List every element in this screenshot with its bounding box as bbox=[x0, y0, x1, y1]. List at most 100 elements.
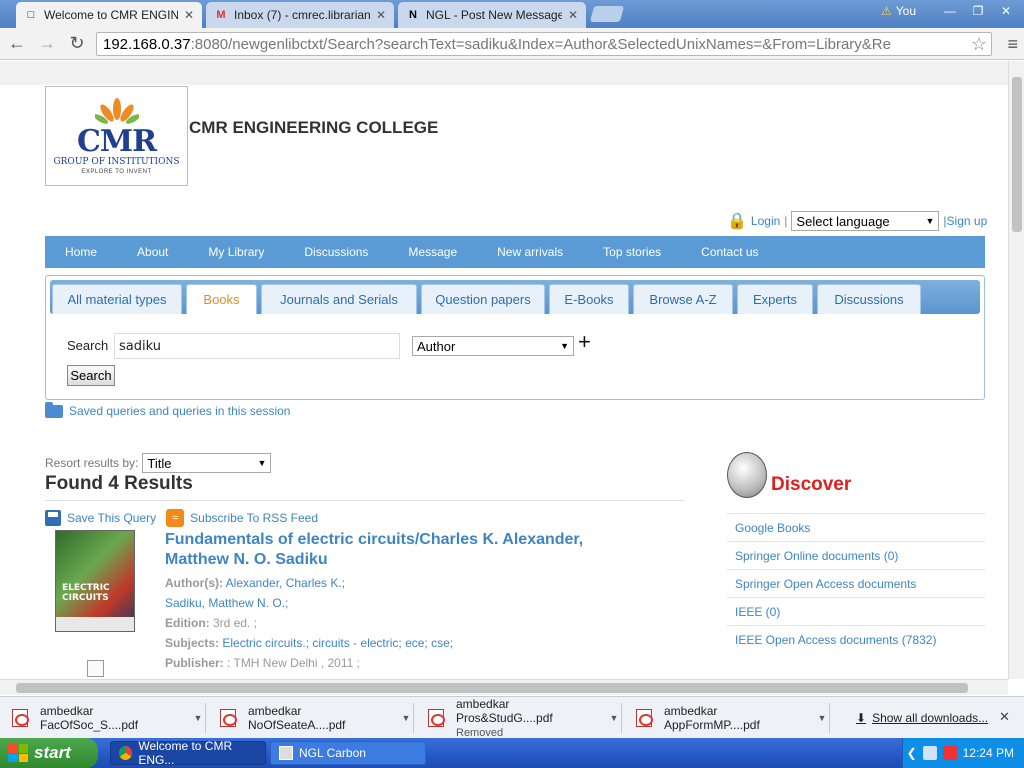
search-index-select[interactable]: Author ▼ bbox=[412, 336, 574, 356]
app-icon bbox=[279, 746, 293, 760]
close-icon[interactable]: ✕ bbox=[184, 8, 194, 22]
forward-icon[interactable]: → bbox=[34, 31, 60, 57]
result-title[interactable]: Fundamentals of electric circuits/Charle… bbox=[165, 530, 625, 570]
tab-experts[interactable]: Experts bbox=[737, 284, 813, 314]
tab-books[interactable]: Books bbox=[186, 284, 257, 314]
lotus-icon bbox=[94, 98, 139, 124]
nav-message[interactable]: Message bbox=[388, 245, 477, 259]
download-item[interactable]: ambedkar Pros&StudG....pdf Removed ▼ bbox=[416, 697, 622, 739]
add-criteria-icon[interactable]: + bbox=[578, 329, 591, 355]
discover-ieee[interactable]: IEEE (0) bbox=[727, 597, 985, 625]
scrollbar-thumb[interactable] bbox=[1012, 77, 1022, 232]
menu-icon[interactable]: ≡ bbox=[1007, 34, 1018, 55]
minimize-icon[interactable]: — bbox=[938, 2, 962, 20]
nav-contact-us[interactable]: Contact us bbox=[681, 245, 778, 259]
close-icon[interactable]: ✕ bbox=[999, 709, 1010, 725]
tab-ngl[interactable]: N NGL - Post New Message ✕ bbox=[398, 2, 586, 28]
tab-discussions[interactable]: Discussions bbox=[817, 284, 921, 314]
taskbar-item-label: Welcome to CMR ENG... bbox=[138, 739, 233, 767]
nav-discussions[interactable]: Discussions bbox=[284, 245, 388, 259]
download-text: ambedkar Pros&StudG....pdf Removed bbox=[456, 697, 607, 740]
resort-select[interactable]: Title ▼ bbox=[142, 453, 272, 473]
address-bar[interactable]: 192.168.0.37:8080/newgenlibctxt/Search?s… bbox=[96, 32, 992, 56]
tab-e-books[interactable]: E-Books bbox=[549, 284, 629, 314]
saved-queries[interactable]: Saved queries and queries in this sessio… bbox=[45, 401, 290, 418]
download-item[interactable]: ambedkar AppFormMP....pdf ▼ bbox=[624, 703, 830, 733]
tab-journals-and-serials[interactable]: Journals and Serials bbox=[261, 284, 417, 314]
tab-cmr-welcome[interactable]: □ Welcome to CMR ENGINEERI ✕ bbox=[16, 2, 202, 28]
close-window-icon[interactable]: ✕ bbox=[994, 2, 1018, 20]
subject-link[interactable]: circuits - electric; bbox=[312, 636, 401, 650]
show-all-downloads[interactable]: ⬇ Show all downloads... bbox=[856, 711, 988, 725]
start-button[interactable]: start bbox=[0, 738, 98, 768]
discover-springer-online[interactable]: Springer Online documents (0) bbox=[727, 541, 985, 569]
book-cover[interactable]: ELECTRIC CIRCUITS bbox=[55, 530, 135, 632]
rss-link[interactable]: Subscribe To RSS Feed bbox=[190, 511, 318, 525]
author-link[interactable]: Alexander, Charles K.; bbox=[226, 576, 345, 590]
back-icon[interactable]: ← bbox=[4, 31, 30, 57]
tab-inbox[interactable]: M Inbox (7) - cmrec.librarian@ ✕ bbox=[206, 2, 394, 28]
restore-icon[interactable]: ❐ bbox=[966, 2, 990, 20]
tab-label: Inbox (7) - cmrec.librarian@ bbox=[234, 8, 370, 22]
nav-new-arrivals[interactable]: New arrivals bbox=[477, 245, 583, 259]
discover-header: Discover bbox=[727, 452, 851, 498]
rss-icon: ≈ bbox=[166, 509, 185, 527]
signup-link[interactable]: |Sign up bbox=[943, 214, 987, 228]
nav-home[interactable]: Home bbox=[45, 245, 117, 259]
dropdown-arrow-icon[interactable]: ▼ bbox=[815, 713, 829, 723]
subject-link[interactable]: Electric circuits.; bbox=[222, 636, 309, 650]
pdf-icon bbox=[12, 709, 29, 727]
horizontal-scrollbar[interactable] bbox=[0, 679, 1008, 695]
search-input[interactable] bbox=[114, 333, 400, 359]
download-status: Removed bbox=[456, 726, 504, 739]
search-label: Search bbox=[67, 338, 109, 353]
language-select[interactable]: Select language ▼ bbox=[791, 211, 940, 231]
nav-my-library[interactable]: My Library bbox=[188, 245, 284, 259]
chevron-left-icon[interactable]: ❮ bbox=[907, 746, 917, 760]
save-query-link[interactable]: Save This Query bbox=[67, 511, 156, 525]
college-logo[interactable]: CMR GROUP OF INSTITUTIONS EXPLORE TO INV… bbox=[45, 86, 188, 186]
publisher-label: Publisher: bbox=[165, 656, 224, 670]
tab-all-material-types[interactable]: All material types bbox=[52, 284, 182, 314]
search-button[interactable]: Search bbox=[67, 365, 115, 386]
author-link[interactable]: Sadiku, Matthew N. O.; bbox=[165, 596, 288, 610]
warning-icon: ⚠ bbox=[880, 4, 892, 18]
taskbar-item-ngl[interactable]: NGL Carbon bbox=[270, 741, 426, 765]
new-tab-button[interactable] bbox=[589, 6, 625, 22]
top-strip bbox=[0, 61, 1008, 85]
download-name: ambedkar NoOfSeateA....pdf bbox=[248, 704, 346, 732]
dropdown-arrow-icon[interactable]: ▼ bbox=[607, 713, 621, 723]
taskbar-item-browser[interactable]: Welcome to CMR ENG... bbox=[110, 739, 266, 767]
nav-about[interactable]: About bbox=[117, 245, 188, 259]
dropdown-arrow-icon[interactable]: ▼ bbox=[191, 713, 205, 723]
discover-google-books[interactable]: Google Books bbox=[727, 513, 985, 541]
edition-label: Edition: bbox=[165, 616, 210, 630]
download-item[interactable]: ambedkar NoOfSeateA....pdf ▼ bbox=[208, 703, 414, 733]
vertical-scrollbar[interactable] bbox=[1008, 61, 1024, 679]
close-icon[interactable]: ✕ bbox=[568, 8, 578, 22]
dropdown-arrow-icon[interactable]: ▼ bbox=[399, 713, 413, 723]
taskbar: start Welcome to CMR ENG... NGL Carbon ❮… bbox=[0, 738, 1024, 768]
discover-springer-open-access[interactable]: Springer Open Access documents bbox=[727, 569, 985, 597]
user-badge[interactable]: ⚠ You bbox=[881, 2, 916, 20]
login-link[interactable]: Login bbox=[751, 214, 780, 228]
gmail-icon: M bbox=[216, 9, 226, 21]
nav-top-stories[interactable]: Top stories bbox=[583, 245, 681, 259]
tab-browse-a-z[interactable]: Browse A-Z bbox=[633, 284, 733, 314]
scrollbar-thumb[interactable] bbox=[16, 683, 968, 693]
url-host: 192.168.0.37 bbox=[103, 35, 191, 53]
network-icon[interactable] bbox=[922, 746, 937, 760]
subject-link[interactable]: ece; bbox=[405, 636, 428, 650]
download-item[interactable]: ambedkar FacOfSoc_S....pdf ▼ bbox=[0, 703, 206, 733]
result-subjects: Subjects: Electric circuits.; circuits -… bbox=[165, 636, 453, 650]
close-icon[interactable]: ✕ bbox=[376, 8, 386, 22]
subject-link[interactable]: cse; bbox=[431, 636, 453, 650]
reload-icon[interactable]: ↻ bbox=[64, 31, 90, 57]
bookmark-star-icon[interactable]: ☆ bbox=[971, 34, 987, 55]
discover-ieee-open-access[interactable]: IEEE Open Access documents (7832) bbox=[727, 625, 985, 653]
divider bbox=[45, 500, 685, 501]
tab-question-papers[interactable]: Question papers bbox=[421, 284, 545, 314]
saved-queries-link[interactable]: Saved queries and queries in this sessio… bbox=[69, 404, 290, 418]
q-app-icon[interactable] bbox=[942, 746, 957, 760]
download-name: ambedkar FacOfSoc_S....pdf bbox=[40, 704, 139, 732]
